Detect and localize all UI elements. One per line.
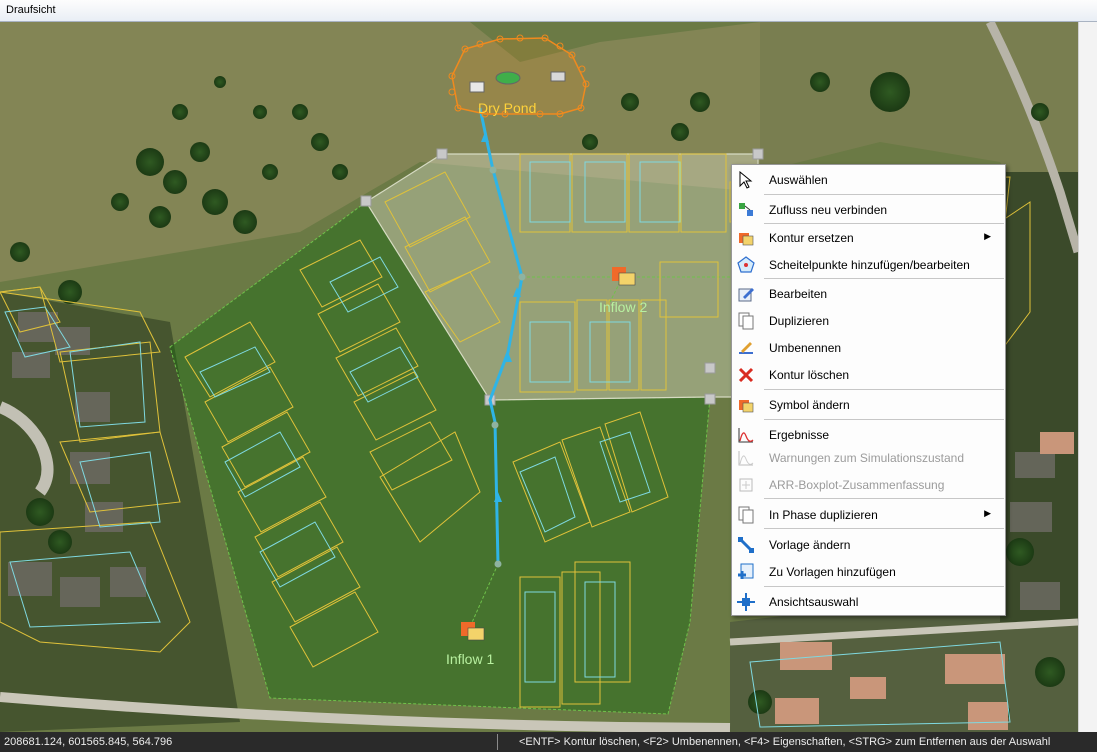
- menu-separator: [764, 419, 1004, 420]
- menu-item-ergebnisse[interactable]: Ergebnisse: [732, 423, 1005, 447]
- menu-item-bearbeiten[interactable]: Bearbeiten: [732, 282, 1005, 306]
- menu-item-vorlage-aendern[interactable]: Vorlage ändern: [732, 533, 1005, 557]
- menu-separator: [764, 278, 1004, 279]
- menu-item-label: Kontur ersetzen: [769, 231, 854, 245]
- rename-icon: [737, 339, 755, 357]
- change-template-icon: [737, 536, 755, 554]
- menu-item-label: Zu Vorlagen hinzufügen: [769, 565, 896, 579]
- inflow-1-label: Inflow 1: [446, 651, 494, 667]
- window-titlebar: Draufsicht: [0, 0, 1097, 22]
- menu-item-label: Ansichtsauswahl: [769, 595, 859, 609]
- menu-item-arr-boxplot: ARR-Boxplot-Zusammenfassung: [732, 473, 1005, 497]
- dry-pond-label: Dry Pond: [478, 100, 536, 116]
- menu-item-scheitelpunkte[interactable]: Scheitelpunkte hinzufügen/bearbeiten: [732, 253, 1005, 277]
- menu-item-in-phase-duplizieren[interactable]: In Phase duplizieren ▶: [732, 503, 1005, 527]
- edit-pencil-icon: [737, 285, 755, 303]
- replace-contour-icon: [737, 229, 755, 247]
- menu-item-label: Warnungen zum Simulationszustand: [769, 451, 964, 465]
- menu-separator: [764, 194, 1004, 195]
- menu-item-auswaehlen[interactable]: Auswählen: [732, 168, 1005, 192]
- menu-item-label: Umbenennen: [769, 341, 842, 355]
- submenu-arrow-icon: ▶: [984, 508, 991, 518]
- menu-item-kontur-loeschen[interactable]: Kontur löschen: [732, 363, 1005, 387]
- pond-symbol-icon: [495, 71, 521, 85]
- menu-item-warnungen: Warnungen zum Simulationszustand: [732, 446, 1005, 470]
- cursor-arrow-icon: [737, 171, 755, 189]
- context-menu: Auswählen Zufluss neu verbinden Kontur e…: [731, 164, 1006, 616]
- delete-x-icon: [737, 366, 755, 384]
- menu-item-label: Symbol ändern: [769, 398, 850, 412]
- menu-item-label: Auswählen: [769, 173, 828, 187]
- duplicate-page-icon: [737, 312, 755, 330]
- status-hint: <ENTF> Kontur löschen, <F2> Umbenennen, …: [519, 736, 1051, 748]
- menu-item-kontur-ersetzen[interactable]: Kontur ersetzen ▶: [732, 226, 1005, 250]
- duplicate-phase-icon: [737, 506, 755, 524]
- menu-item-label: ARR-Boxplot-Zusammenfassung: [769, 478, 945, 492]
- change-symbol-icon: [737, 396, 755, 414]
- menu-item-label: Ergebnisse: [769, 428, 830, 442]
- menu-separator: [764, 498, 1004, 499]
- menu-item-label: Zufluss neu verbinden: [769, 203, 888, 217]
- menu-item-umbenennen[interactable]: Umbenennen: [732, 336, 1005, 360]
- status-separator: [497, 734, 498, 750]
- status-bar: 208681.124, 601565.845, 564.796 <ENTF> K…: [0, 732, 1097, 752]
- results-chart-icon: [737, 426, 755, 444]
- window-title: Draufsicht: [6, 4, 56, 16]
- menu-item-ansichtsauswahl[interactable]: Ansichtsauswahl: [732, 590, 1005, 614]
- vertex-edit-icon: [737, 256, 755, 274]
- menu-item-label: Duplizieren: [769, 314, 830, 328]
- reconnect-inflow-icon: [737, 201, 755, 219]
- menu-item-zufluss-neu-verbinden[interactable]: Zufluss neu verbinden: [732, 198, 1005, 222]
- view-selection-icon: [737, 593, 755, 611]
- menu-item-label: Kontur löschen: [769, 368, 850, 382]
- menu-separator: [764, 528, 1004, 529]
- add-template-icon: [737, 563, 755, 581]
- menu-separator: [764, 586, 1004, 587]
- inflow-2-label: Inflow 2: [599, 299, 647, 315]
- submenu-arrow-icon: ▶: [984, 231, 991, 241]
- menu-item-label: Vorlage ändern: [769, 538, 851, 552]
- coordinate-readout: 208681.124, 601565.845, 564.796: [4, 736, 173, 748]
- boxplot-icon: [737, 476, 755, 494]
- menu-separator: [764, 223, 1004, 224]
- vertical-scrollbar[interactable]: [1078, 22, 1097, 732]
- pond-weir-icon: [550, 71, 566, 82]
- menu-item-duplizieren[interactable]: Duplizieren: [732, 309, 1005, 333]
- warning-chart-icon: [737, 449, 755, 467]
- menu-item-label: In Phase duplizieren: [769, 508, 878, 522]
- menu-item-label: Scheitelpunkte hinzufügen/bearbeiten: [769, 258, 970, 272]
- menu-item-label: Bearbeiten: [769, 287, 828, 301]
- pond-outlet-icon: [469, 81, 485, 93]
- menu-item-symbol-aendern[interactable]: Symbol ändern: [732, 393, 1005, 417]
- menu-separator: [764, 389, 1004, 390]
- menu-item-zu-vorlagen-hinzufuegen[interactable]: Zu Vorlagen hinzufügen: [732, 560, 1005, 584]
